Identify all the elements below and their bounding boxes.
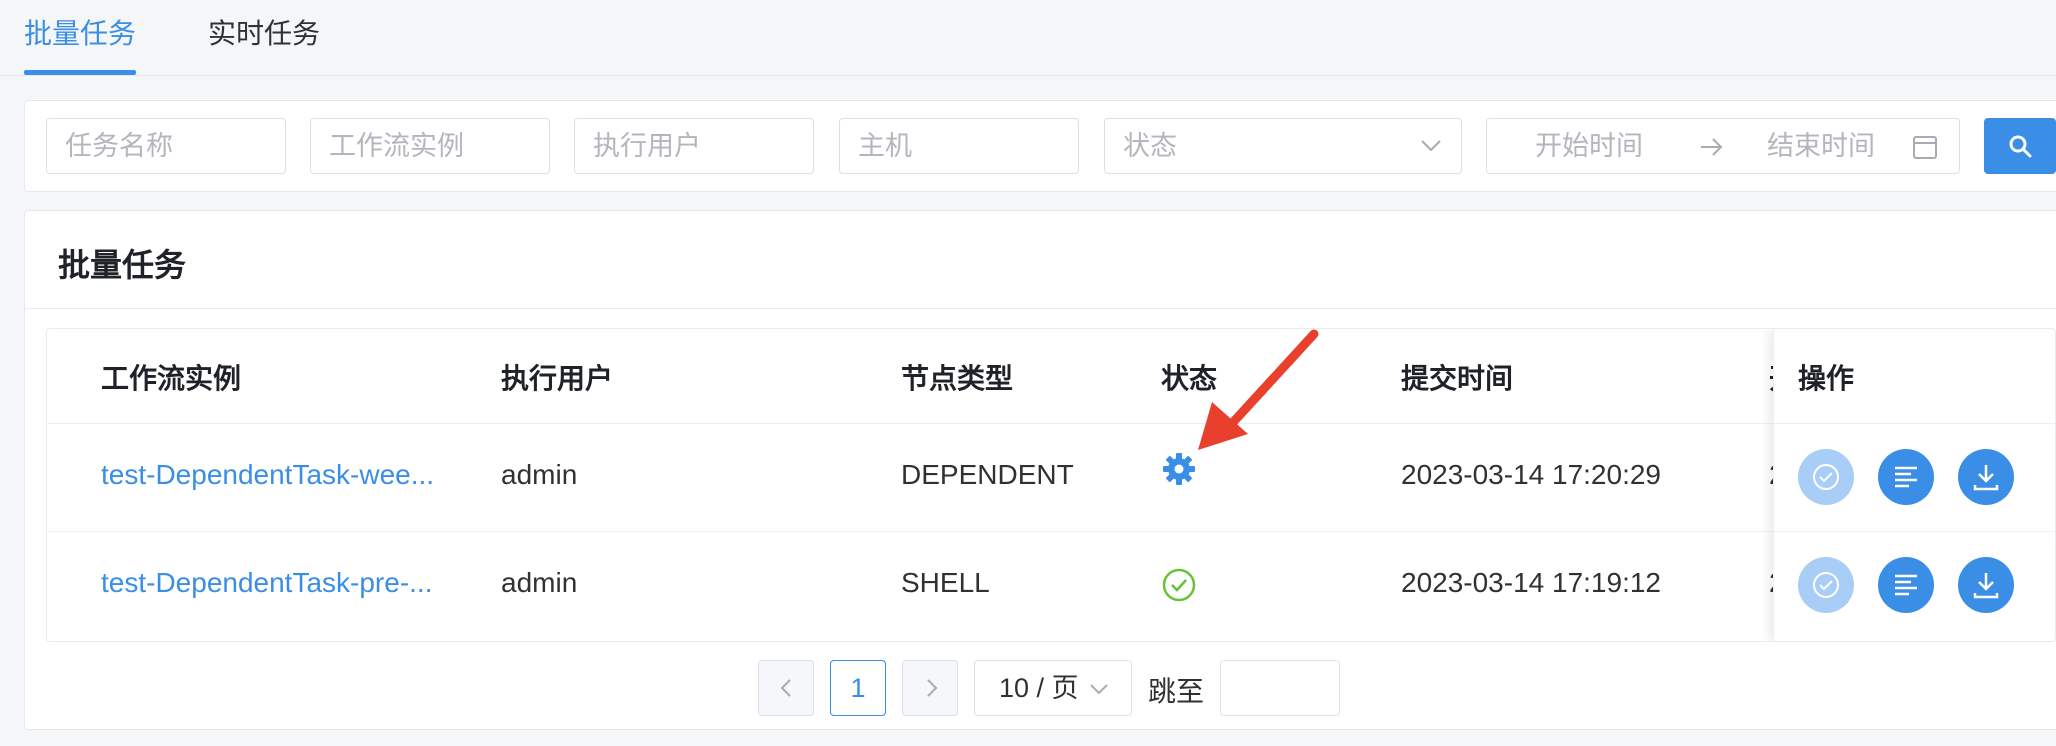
task-table: 工作流实例 执行用户 节点类型 状态 提交时间 test-DependentTa… — [46, 328, 2056, 642]
arrow-right-icon — [1701, 138, 1723, 156]
view-log-button[interactable] — [1878, 449, 1934, 505]
submit-time-cell: 2023-03-14 17:20:29 — [1401, 459, 1661, 490]
calendar-icon[interactable] — [1911, 133, 1939, 161]
header-node-type: 节点类型 — [901, 363, 1014, 394]
next-page-button[interactable] — [902, 660, 958, 716]
jump-label: 跳至 — [1148, 676, 1205, 707]
log-icon — [1895, 574, 1917, 596]
download-icon — [1973, 465, 1999, 491]
executor-input[interactable]: 执行用户 — [574, 118, 814, 174]
prev-page-button[interactable] — [758, 660, 814, 716]
end-time-input[interactable]: 结束时间 — [1767, 119, 1875, 173]
workflow-instance-link[interactable]: test-DependentTask-pre-... — [101, 567, 433, 599]
header-divider — [47, 423, 2055, 424]
download-icon — [1973, 573, 1999, 599]
task-name-input[interactable]: 任务名称 — [46, 118, 286, 174]
jump-page-input[interactable] — [1220, 660, 1340, 716]
header-submit-time: 提交时间 — [1401, 363, 1514, 394]
header-workflow-instance: 工作流实例 — [101, 363, 242, 394]
tab-realtime-tasks[interactable]: 实时任务 — [208, 12, 320, 52]
chevron-down-icon — [1421, 140, 1441, 152]
chevron-left-icon — [780, 679, 791, 697]
header-executor: 执行用户 — [501, 363, 614, 394]
force-success-button[interactable] — [1798, 449, 1854, 505]
log-icon — [1895, 466, 1917, 488]
page-number-button[interactable]: 1 — [830, 660, 886, 716]
check-circle-icon — [1813, 464, 1839, 490]
page: 批量任务 实时任务 任务名称 工作流实例 执行用户 主机 状态 开始时间 结束时… — [0, 0, 2056, 746]
annotation-arrow-icon — [1198, 329, 1319, 450]
node-type-cell: SHELL — [901, 567, 990, 598]
chevron-right-icon — [927, 679, 938, 697]
download-log-button[interactable] — [1958, 557, 2014, 613]
force-success-button[interactable] — [1798, 557, 1854, 613]
workflow-instance-input[interactable]: 工作流实例 — [310, 118, 550, 174]
search-icon — [2009, 135, 2032, 158]
executor-cell: admin — [501, 459, 578, 490]
date-range-picker[interactable]: 开始时间 结束时间 — [1486, 118, 1960, 174]
row-divider — [1774, 531, 2055, 532]
view-log-button[interactable] — [1878, 557, 1934, 613]
operations-column: 操作 — [1773, 329, 2055, 641]
submit-time-cell: 2023-03-14 17:19:12 — [1401, 567, 1661, 598]
page-size-value: 10 / 页 — [999, 673, 1079, 703]
card-title: 批量任务 — [58, 247, 187, 283]
header-divider — [1774, 423, 2055, 424]
download-log-button[interactable] — [1958, 449, 2014, 505]
divider — [24, 308, 2056, 309]
start-time-input[interactable]: 开始时间 — [1535, 119, 1643, 173]
state-select-placeholder: 状态 — [1123, 131, 1177, 161]
task-type-tabs: 批量任务 实时任务 — [0, 0, 2056, 76]
host-input[interactable]: 主机 — [839, 118, 1079, 174]
check-circle-icon — [1162, 568, 1196, 602]
search-button[interactable] — [1984, 118, 2056, 174]
tab-batch-tasks[interactable]: 批量任务 — [24, 12, 136, 52]
executor-cell: admin — [501, 567, 578, 598]
node-type-cell: DEPENDENT — [901, 459, 1074, 490]
state-select[interactable]: 状态 — [1104, 118, 1462, 174]
chevron-down-icon — [1090, 684, 1108, 695]
page-size-select[interactable]: 10 / 页 — [974, 660, 1132, 716]
active-tab-indicator — [24, 70, 136, 75]
header-operation: 操作 — [1798, 363, 1855, 394]
row-divider — [47, 531, 2055, 532]
workflow-instance-link[interactable]: test-DependentTask-wee... — [101, 459, 434, 491]
check-circle-icon — [1813, 572, 1839, 598]
